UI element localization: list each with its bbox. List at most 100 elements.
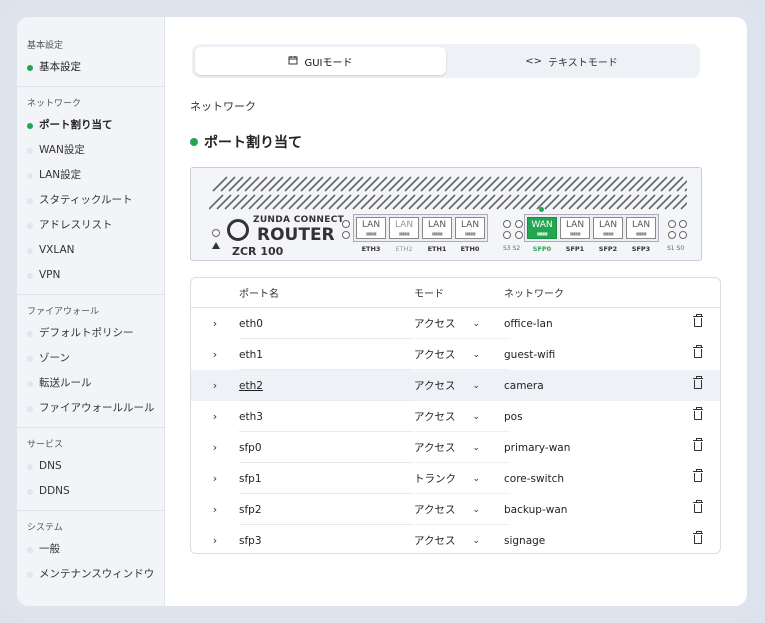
trash-icon <box>693 437 703 451</box>
sidebar-item[interactable]: ゾーン <box>17 346 164 371</box>
mode-select[interactable]: アクセス ⌄ <box>414 502 502 517</box>
sfp-led-icon <box>515 220 523 228</box>
router-port[interactable]: LAN ▮▮▮▮▮▮ <box>389 217 419 239</box>
expand-chevron-icon[interactable]: › <box>191 503 239 516</box>
bullet-icon <box>27 405 33 412</box>
delete-button[interactable] <box>693 344 720 361</box>
sidebar-item-label: 一般 <box>39 543 60 555</box>
bullet-icon <box>27 197 33 204</box>
mode-select[interactable]: トランク ⌄ <box>414 471 502 486</box>
table-row: › eth3 アクセス ⌄ pos <box>191 401 720 432</box>
sidebar-item[interactable]: VPN <box>17 263 164 288</box>
sidebar-heading: ネットワーク <box>27 99 82 109</box>
sidebar-item[interactable]: メンテナンスウィンドウ <box>17 562 164 587</box>
port-name: eth2 <box>239 379 263 392</box>
router-port[interactable]: LAN ▮▮▮▮▮▮ <box>422 217 452 239</box>
sidebar-section: ファイアウォール デフォルトポリシー ゾーン 転送ルール ファイアウォールルール <box>17 295 164 428</box>
sidebar-heading: 基本設定 <box>27 41 64 51</box>
power-led-icon <box>212 229 220 237</box>
mode-select[interactable]: アクセス ⌄ <box>414 378 502 393</box>
sidebar-heading: サービス <box>27 440 64 450</box>
network-value: primary-wan <box>504 441 571 454</box>
sidebar-item[interactable]: 転送ルール <box>17 371 164 396</box>
router-port[interactable]: LAN ▮▮▮▮▮▮ <box>593 217 623 239</box>
port-label: ETH3 <box>361 245 381 253</box>
expand-chevron-icon[interactable]: › <box>191 410 239 423</box>
status-dot-icon <box>190 138 198 146</box>
text-mode-button[interactable]: <> テキストモード <box>446 47 697 75</box>
network-value: signage <box>504 534 546 547</box>
delete-button[interactable] <box>693 437 720 454</box>
gui-mode-button[interactable]: GUIモード <box>195 47 446 75</box>
delete-button[interactable] <box>693 313 720 330</box>
bullet-icon <box>27 64 33 71</box>
sidebar-item[interactable]: ポート割り当て <box>17 113 164 138</box>
mode-select[interactable]: アクセス ⌄ <box>414 316 502 331</box>
port-name-cell: sfp3 <box>239 535 414 547</box>
port-label: ETH2 <box>395 245 413 253</box>
sidebar-item[interactable]: デフォルトポリシー <box>17 321 164 346</box>
router-port[interactable]: LAN ▮▮▮▮▮▮ <box>626 217 656 239</box>
sidebar-item[interactable]: ファイアウォールルール <box>17 396 164 421</box>
bullet-icon <box>27 546 33 553</box>
mode-select[interactable]: アクセス ⌄ <box>414 533 502 548</box>
sidebar-item[interactable]: アドレスリスト <box>17 213 164 238</box>
sidebar-item[interactable]: VXLAN <box>17 238 164 263</box>
expand-chevron-icon[interactable]: › <box>191 317 239 330</box>
sfp-status-left: S3 S2 <box>503 245 521 252</box>
delete-button[interactable] <box>693 499 720 516</box>
bullet-icon <box>27 380 33 387</box>
expand-chevron-icon[interactable]: › <box>191 472 239 485</box>
router-port[interactable]: LAN ▮▮▮▮▮▮ <box>356 217 386 239</box>
port-pins-icon: ▮▮▮▮▮▮ <box>569 230 581 236</box>
eth-port-group: LAN ▮▮▮▮▮▮ LAN ▮▮▮▮▮▮ LAN ▮▮▮▮▮▮ LAN ▮▮▮▮▮▮ <box>353 214 488 242</box>
expand-chevron-icon[interactable]: › <box>191 441 239 454</box>
bullet-icon <box>27 147 33 154</box>
sidebar-item[interactable]: DNS <box>17 454 164 479</box>
port-label: SFP1 <box>565 245 585 253</box>
port-pins-icon: ▮▮▮▮▮▮ <box>464 230 476 236</box>
expand-chevron-icon[interactable]: › <box>191 379 239 392</box>
expand-chevron-icon[interactable]: › <box>191 348 239 361</box>
breadcrumb: ネットワーク <box>190 100 256 113</box>
sfp-led-icon <box>679 231 687 239</box>
sidebar-item[interactable]: WAN設定 <box>17 138 164 163</box>
router-port[interactable]: LAN ▮▮▮▮▮▮ <box>455 217 485 239</box>
trash-icon <box>693 468 703 482</box>
text-mode-label: テキストモード <box>548 57 618 69</box>
port-name: sfp2 <box>239 503 262 516</box>
sidebar-item[interactable]: 一般 <box>17 537 164 562</box>
sidebar-item[interactable]: 基本設定 <box>17 55 164 80</box>
expand-chevron-icon[interactable]: › <box>191 534 239 547</box>
router-port[interactable]: LAN ▮▮▮▮▮▮ <box>560 217 590 239</box>
table-row: › eth2 アクセス ⌄ camera <box>191 370 720 401</box>
port-type-label: LAN <box>565 219 585 230</box>
chevron-down-icon: ⌄ <box>472 473 480 484</box>
sidebar-item[interactable]: スタティックルート <box>17 188 164 213</box>
bullet-icon <box>27 463 33 470</box>
port-name: eth3 <box>239 410 263 423</box>
mode-select[interactable]: アクセス ⌄ <box>414 409 502 424</box>
sidebar-item[interactable]: LAN設定 <box>17 163 164 188</box>
port-name: sfp1 <box>239 472 262 485</box>
port-type-label: LAN <box>598 219 618 230</box>
mode-select[interactable]: アクセス ⌄ <box>414 347 502 362</box>
mode-select[interactable]: アクセス ⌄ <box>414 440 502 455</box>
port-type-label: WAN <box>531 219 553 230</box>
bullet-icon <box>27 488 33 495</box>
sidebar-item-label: DNS <box>39 460 62 472</box>
bullet-icon <box>27 122 33 129</box>
delete-button[interactable] <box>693 530 720 547</box>
port-type-label: LAN <box>394 219 414 230</box>
delete-button[interactable] <box>693 468 720 485</box>
app-window: 基本設定 基本設定 ネットワーク ポート割り当て WAN設定 LAN設定 スタティックルート… <box>3 3 761 620</box>
table-row: › sfp0 アクセス ⌄ primary-wan <box>191 432 720 463</box>
eth-led-icon <box>342 220 350 228</box>
router-port[interactable]: WAN ▮▮▮▮▮▮ <box>527 217 557 239</box>
sidebar-item[interactable]: DDNS <box>17 479 164 504</box>
delete-button[interactable] <box>693 406 720 423</box>
delete-button[interactable] <box>693 375 720 392</box>
sidebar-item-label: ゾーン <box>39 352 70 364</box>
sidebar-section: システム 一般 メンテナンスウィンドウ <box>17 511 164 593</box>
sidebar-item-label: メンテナンスウィンドウ <box>39 568 155 580</box>
